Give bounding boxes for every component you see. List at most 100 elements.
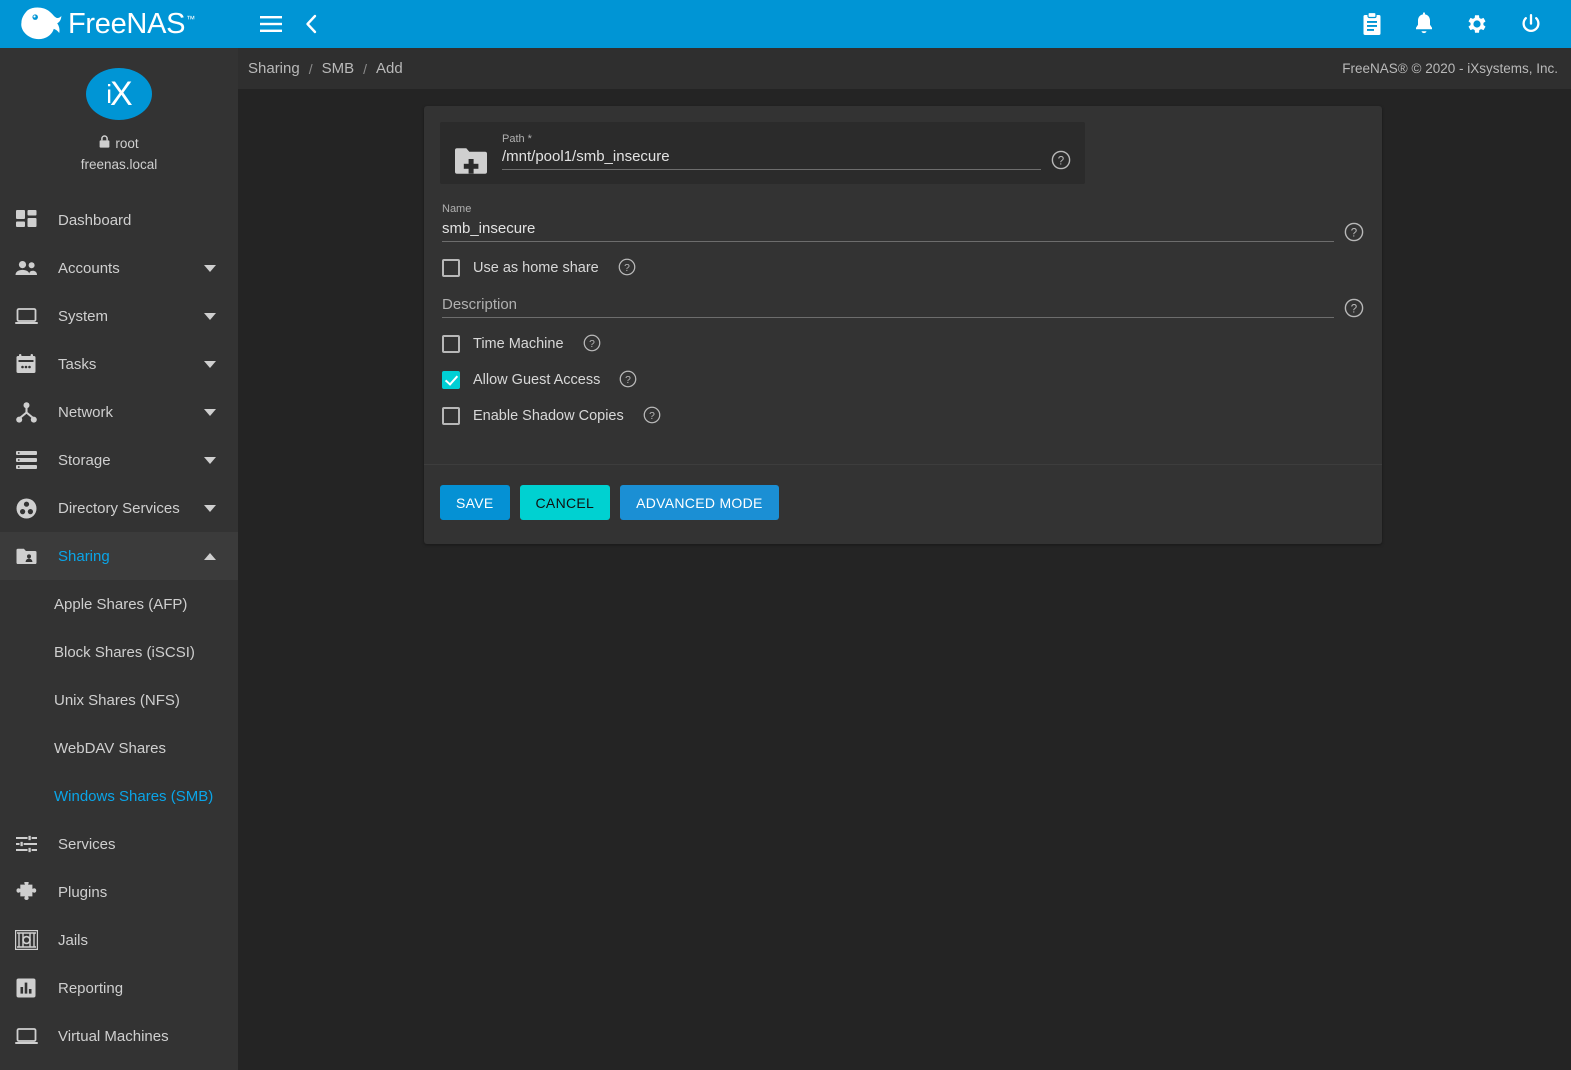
help-circle-icon[interactable]: ? [643, 406, 663, 426]
clipboard-icon[interactable] [1361, 12, 1383, 36]
sidebar-item-accounts[interactable]: Accounts [0, 244, 238, 292]
name-field: Name ? [440, 202, 1366, 242]
sharing-folder-icon [12, 542, 40, 570]
time-machine-label[interactable]: Time Machine [473, 336, 564, 352]
copyright-notice: FreeNAS® © 2020 - iXsystems, Inc. [1342, 61, 1561, 76]
sidebar-subitem-webdav-shares[interactable]: WebDAV Shares [0, 724, 238, 772]
chevron-down-icon [198, 409, 222, 416]
cancel-button[interactable]: CANCEL [520, 485, 611, 520]
help-circle-icon[interactable]: ? [618, 258, 638, 278]
smb-share-form-card: Path * ? Name [424, 106, 1382, 544]
allow-guest-access-checkbox[interactable] [442, 371, 460, 389]
topbar-left-controls [238, 14, 318, 34]
sidebar-subitem-label: Block Shares (iSCSI) [54, 644, 195, 661]
sidebar-item-label: Plugins [58, 884, 238, 901]
help-circle-icon[interactable]: ? [619, 370, 639, 390]
avatar-text-x: X [110, 75, 132, 114]
use-as-home-share-label[interactable]: Use as home share [473, 260, 599, 276]
sidebar-item-jails[interactable]: Jails [0, 916, 238, 964]
profile-username-row: root [99, 135, 138, 151]
path-input[interactable] [502, 148, 1041, 170]
help-circle-icon[interactable]: ? [1344, 222, 1364, 242]
svg-text:?: ? [1058, 155, 1064, 167]
path-label: Path * [502, 132, 1071, 146]
sidebar-subitem-apple-shares-afp[interactable]: Apple Shares (AFP) [0, 580, 238, 628]
plugins-puzzle-icon [12, 878, 40, 906]
svg-text:?: ? [589, 339, 595, 350]
bell-icon[interactable] [1413, 12, 1435, 36]
sidebar-item-network[interactable]: Network [0, 388, 238, 436]
use-as-home-share-checkbox[interactable] [442, 259, 460, 277]
sidebar-item-dashboard[interactable]: Dashboard [0, 196, 238, 244]
chevron-down-icon [198, 265, 222, 272]
path-input-row: ? [502, 148, 1071, 170]
sidebar-subitem-label: Apple Shares (AFP) [54, 596, 187, 613]
profile-hostname: freenas.local [81, 157, 158, 172]
description-input[interactable] [442, 296, 1334, 318]
sidebar-item-system[interactable]: System [0, 292, 238, 340]
name-label: Name [442, 202, 1364, 216]
sidebar-subitem-unix-shares-nfs[interactable]: Unix Shares (NFS) [0, 676, 238, 724]
sidebar-item-label: Services [58, 836, 238, 853]
sidebar-item-plugins[interactable]: Plugins [0, 868, 238, 916]
use-as-home-share-row: Use as home share ? [440, 258, 1366, 278]
svg-text:?: ? [649, 411, 655, 422]
power-icon[interactable] [1519, 12, 1543, 36]
sidebar-item-label: Storage [58, 452, 198, 469]
breadcrumb-item-smb[interactable]: SMB [322, 60, 355, 77]
brand-trademark: ™ [186, 14, 195, 24]
topbar-right-controls [1361, 12, 1571, 36]
breadcrumb-separator: / [309, 61, 313, 77]
sidebar-item-services[interactable]: Services [0, 820, 238, 868]
sidebar-item-reporting[interactable]: Reporting [0, 964, 238, 1012]
services-sliders-icon [12, 830, 40, 858]
time-machine-checkbox[interactable] [442, 335, 460, 353]
enable-shadow-copies-label[interactable]: Enable Shadow Copies [473, 408, 624, 424]
sidebar-item-virtual-machines[interactable]: Virtual Machines [0, 1012, 238, 1060]
save-button[interactable]: SAVE [440, 485, 510, 520]
sidebar-item-label: Sharing [58, 548, 198, 565]
breadcrumb-item-add: Add [376, 60, 403, 77]
dashboard-icon [12, 206, 40, 234]
form-body: Path * ? Name [424, 106, 1382, 444]
advanced-mode-button[interactable]: ADVANCED MODE [620, 485, 779, 520]
sidebar-item-directory-services[interactable]: Directory Services [0, 484, 238, 532]
sidebar-item-sharing[interactable]: Sharing [0, 532, 238, 580]
sidebar-item-label: Tasks [58, 356, 198, 373]
help-circle-icon[interactable]: ? [583, 334, 603, 354]
description-field: ? [440, 296, 1366, 318]
sidebar-item-label: Virtual Machines [58, 1028, 238, 1045]
sidebar-subitem-label: WebDAV Shares [54, 740, 166, 757]
name-input[interactable] [442, 220, 1334, 242]
profile-username: root [115, 136, 138, 151]
svg-text:?: ? [625, 375, 631, 386]
network-icon [12, 398, 40, 426]
hamburger-menu-icon[interactable] [260, 16, 282, 32]
chevron-down-icon [198, 505, 222, 512]
brand-name: FreeNAS™ [68, 8, 195, 41]
folder-add-icon[interactable] [454, 146, 488, 176]
breadcrumb-item-sharing[interactable]: Sharing [248, 60, 300, 77]
sidebar-item-label: Network [58, 404, 198, 421]
top-bar: FreeNAS™ [0, 0, 1571, 48]
allow-guest-access-label[interactable]: Allow Guest Access [473, 372, 600, 388]
sidebar-item-label: Accounts [58, 260, 198, 277]
sidebar-item-storage[interactable]: Storage [0, 436, 238, 484]
avatar: iX [86, 68, 152, 120]
sidebar-item-tasks[interactable]: Tasks [0, 340, 238, 388]
jails-icon [12, 926, 40, 954]
gear-icon[interactable] [1465, 12, 1489, 36]
help-circle-icon[interactable]: ? [1344, 298, 1364, 318]
form-actions: SAVE CANCEL ADVANCED MODE [424, 465, 1382, 544]
chevron-down-icon [198, 361, 222, 368]
reporting-chart-icon [12, 974, 40, 1002]
help-circle-icon[interactable]: ? [1051, 150, 1071, 170]
accounts-icon [12, 254, 40, 282]
sidebar-subitem-windows-shares-smb[interactable]: Windows Shares (SMB) [0, 772, 238, 820]
enable-shadow-copies-checkbox[interactable] [442, 407, 460, 425]
sidebar-subitem-block-shares-iscsi[interactable]: Block Shares (iSCSI) [0, 628, 238, 676]
freenas-fish-logo-icon [18, 6, 62, 42]
description-input-row: ? [442, 296, 1364, 318]
sidebar-item-label: Dashboard [58, 212, 238, 229]
chevron-left-icon[interactable] [304, 14, 318, 34]
